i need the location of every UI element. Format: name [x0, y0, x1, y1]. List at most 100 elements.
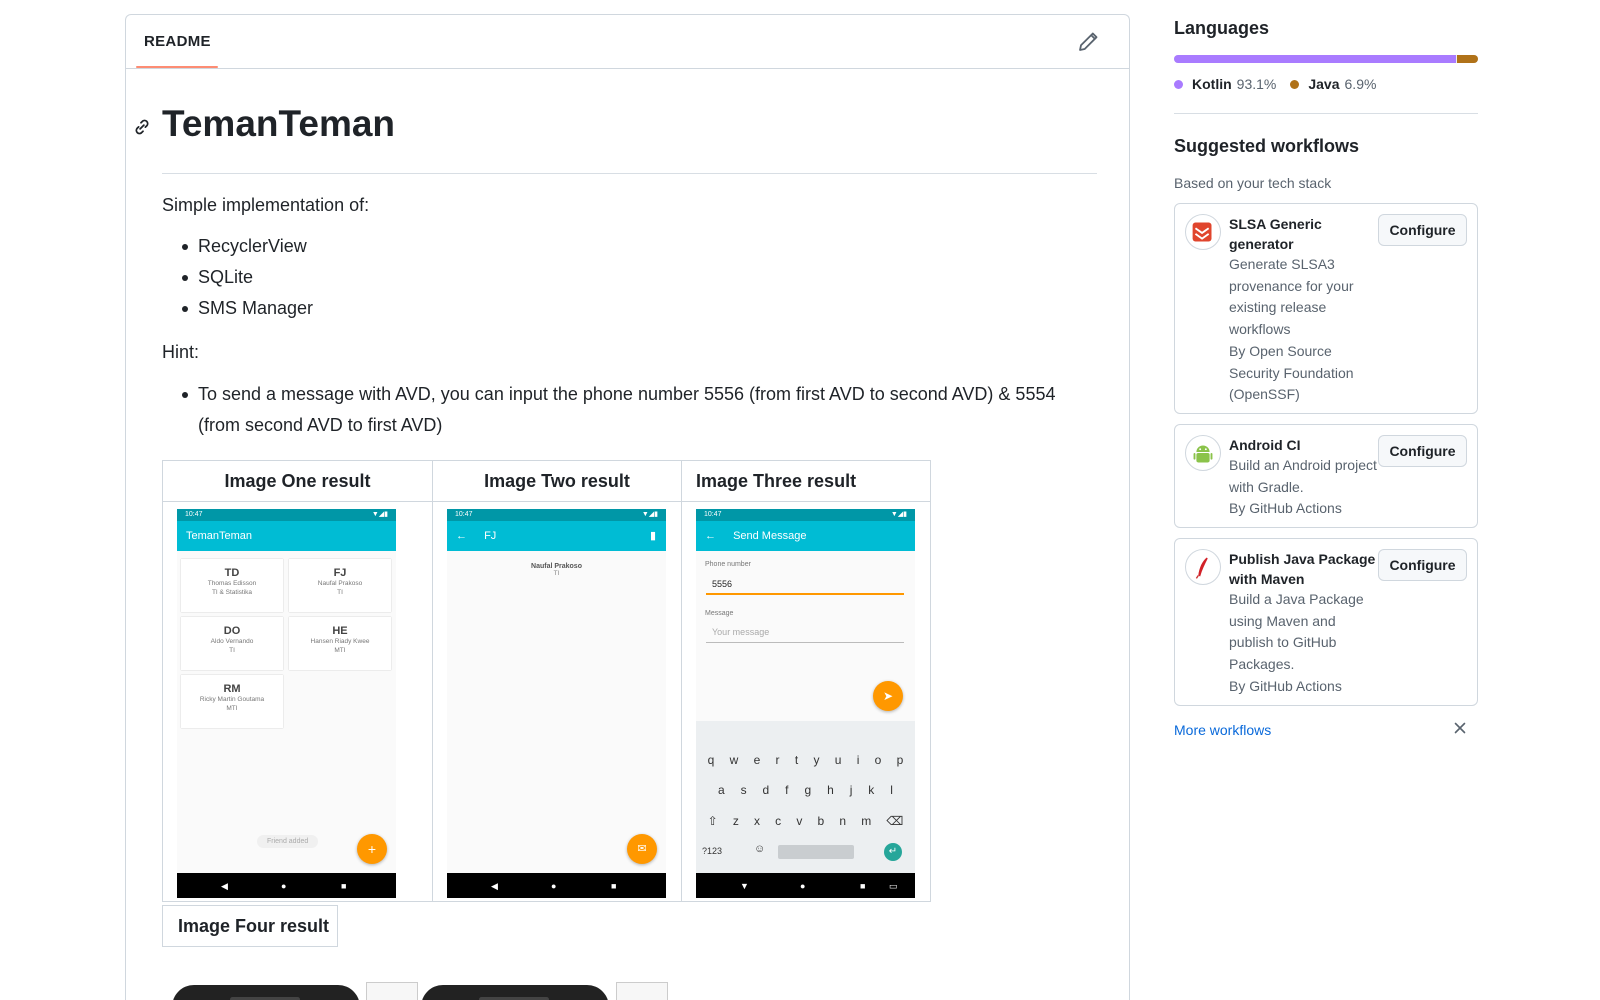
- language-bar-kotlin: [1174, 55, 1456, 63]
- readme-tab[interactable]: README: [144, 15, 211, 69]
- hint-list: To send a message with AVD, you can inpu…: [162, 379, 1062, 441]
- key: t: [794, 753, 799, 767]
- sidebar-divider: [1174, 113, 1478, 114]
- feature-list: RecyclerView SQLite SMS Manager: [162, 231, 313, 324]
- card-name: Thomas Edisson: [207, 580, 257, 587]
- back-icon: ◀: [491, 881, 498, 891]
- key: c: [775, 814, 782, 828]
- key: b: [817, 814, 825, 828]
- card-group: MTI: [334, 647, 346, 654]
- phone-underline: [706, 593, 904, 595]
- slsa-icon: [1185, 214, 1221, 250]
- configure-button[interactable]: Configure: [1378, 435, 1467, 467]
- emoji-icon: ☺: [754, 843, 766, 855]
- key: g: [804, 783, 812, 797]
- key: z: [732, 814, 739, 828]
- configure-button[interactable]: Configure: [1378, 549, 1467, 581]
- more-workflows-link[interactable]: More workflows: [1174, 722, 1271, 738]
- configure-button[interactable]: Configure: [1378, 214, 1467, 246]
- add-fab-icon: +: [357, 834, 387, 864]
- status-time: 10:47: [185, 511, 203, 518]
- table-cell: 10:47 ▼◢▮ ← Send Message Phone number 555…: [681, 501, 931, 902]
- workflow-author: By GitHub Actions: [1229, 500, 1342, 516]
- key: n: [839, 814, 847, 828]
- card-initials: DO: [223, 625, 241, 637]
- readme-content: TemanTeman Simple implementation of: Rec…: [135, 69, 1097, 435]
- key: m: [861, 814, 872, 828]
- intro-text: Simple implementation of:: [162, 195, 370, 215]
- workflow-card-slsa: SLSA Generic generator Generate SLSA3 pr…: [1174, 203, 1478, 414]
- keyboard-row: ⇧ z x c v b n m ⌫: [696, 814, 915, 828]
- recents-icon: ■: [611, 881, 617, 891]
- signal-battery-icon: ▼◢▮: [890, 511, 907, 518]
- workflow-description: Build a Java Package using Maven and pub…: [1229, 591, 1364, 672]
- maven-feather-icon: [1185, 549, 1221, 585]
- close-icon[interactable]: [1452, 720, 1468, 736]
- workflow-name[interactable]: SLSA Generic generator: [1229, 214, 1379, 254]
- key: o: [874, 753, 882, 767]
- android-nav-bar: ▼ ● ■ ▭: [696, 873, 915, 898]
- message-underline: [706, 642, 904, 643]
- table-cell: 10:47 ▼◢▮ ← FJ ▮ Naufal Prakoso TI ✉ ◀ ● …: [432, 501, 682, 902]
- result-image-table: Image One result Image Two result Image …: [162, 460, 931, 902]
- card-name: Hansen Riady Kwee: [310, 638, 370, 645]
- language-name: Java: [1308, 76, 1340, 92]
- app-bar-title: TemanTeman: [186, 530, 253, 542]
- language-name: Kotlin: [1192, 76, 1232, 92]
- table-header: Image Three result: [681, 460, 931, 502]
- soft-keyboard: q w e r t y u i o p a s d f g h j k l ⇧ …: [696, 721, 915, 873]
- phone-label: Phone number: [705, 561, 751, 568]
- language-bar: [1174, 55, 1478, 63]
- status-bar: 10:47 ▼◢▮: [696, 509, 915, 521]
- emulator-panel-image: [366, 982, 418, 1000]
- key: v: [796, 814, 803, 828]
- workflow-author: By GitHub Actions: [1229, 678, 1342, 694]
- signal-battery-icon: ▼◢▮: [641, 511, 658, 518]
- keyboard-row: q w e r t y u i o p: [696, 753, 915, 767]
- friend-card: HE Hansen Riady Kwee MTI: [289, 617, 391, 670]
- language-dot-icon: [1290, 79, 1300, 89]
- readme-header: README: [126, 15, 1129, 69]
- spacebar: [778, 845, 854, 859]
- workflows-title: Suggested workflows: [1174, 136, 1360, 156]
- app-bar: ← FJ ▮: [447, 521, 666, 551]
- emulator-panel-image: [616, 982, 668, 1000]
- friend-card: RM Ricky Martin Goutama MTI: [181, 675, 283, 728]
- readme-panel: README TemanTeman Simple implementation …: [125, 14, 1130, 1000]
- device-image: [421, 985, 609, 1000]
- status-time: 10:47: [704, 511, 722, 518]
- workflow-name[interactable]: Android CI: [1229, 435, 1379, 455]
- android-icon: [1185, 435, 1221, 471]
- delete-icon: ▮: [649, 530, 656, 542]
- backspace-icon: ⌫: [886, 814, 904, 828]
- app-bar: ← Send Message: [696, 521, 915, 551]
- readme-tab-underline: [136, 66, 218, 68]
- device-image: [172, 985, 360, 1000]
- key: q: [707, 753, 715, 767]
- workflow-card-maven: Publish Java Package with Maven Build a …: [1174, 538, 1478, 706]
- friend-card: FJ Naufal Prakoso TI: [289, 559, 391, 612]
- key: h: [827, 783, 834, 797]
- android-nav-bar: ◀ ● ■: [177, 873, 396, 898]
- hint-label: Hint:: [162, 342, 200, 362]
- card-initials: RM: [223, 683, 241, 695]
- phone-value: 5556: [712, 579, 733, 589]
- workflow-name[interactable]: Publish Java Package with Maven: [1229, 549, 1379, 589]
- card-initials: FJ: [333, 567, 347, 579]
- table-cell: 10:47 ▼◢▮ TemanTeman TD Thomas Edisson TI…: [162, 501, 433, 902]
- language-java[interactable]: Java 6.9%: [1290, 76, 1376, 92]
- keyboard-row: a s d f g h j k l: [696, 783, 915, 797]
- message-label: Message: [705, 610, 734, 617]
- link-icon[interactable]: [132, 117, 152, 137]
- home-icon: ●: [281, 881, 287, 891]
- status-bar: 10:47 ▼◢▮: [447, 509, 666, 521]
- pencil-icon[interactable]: [1077, 31, 1099, 53]
- heading-row: TemanTeman: [135, 69, 1097, 174]
- list-item: RecyclerView: [162, 231, 313, 262]
- key: f: [785, 783, 789, 797]
- workflows-subtitle: Based on your tech stack: [1174, 175, 1332, 191]
- list-item: SQLite: [162, 262, 313, 293]
- enter-icon: ↵: [884, 843, 902, 861]
- workflow-description: Build an Android project with Gradle.: [1229, 457, 1377, 495]
- language-kotlin[interactable]: Kotlin 93.1%: [1174, 76, 1276, 92]
